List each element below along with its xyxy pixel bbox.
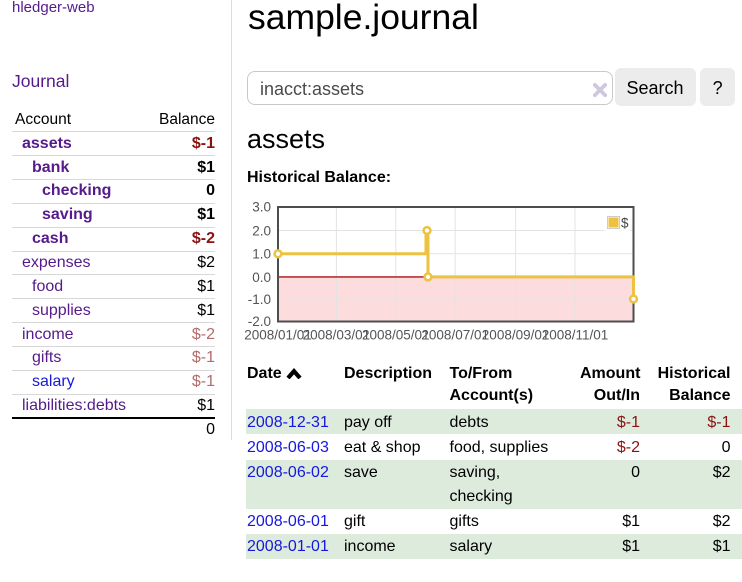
- svg-text:2008/03/01: 2008/03/01: [303, 328, 371, 343]
- svg-text:$: $: [621, 216, 629, 231]
- svg-text:2008/11/01: 2008/11/01: [542, 328, 609, 343]
- svg-text:2008/09/01: 2008/09/01: [482, 328, 550, 343]
- svg-text:2008/07/01: 2008/07/01: [421, 328, 489, 343]
- svg-text:-1.0: -1.0: [248, 292, 271, 307]
- svg-text:1.0: 1.0: [252, 247, 271, 262]
- svg-text:2.0: 2.0: [252, 223, 271, 238]
- svg-text:0.0: 0.0: [252, 270, 271, 285]
- svg-text:3.0: 3.0: [252, 200, 271, 215]
- svg-text:2008/05/01: 2008/05/01: [362, 328, 430, 343]
